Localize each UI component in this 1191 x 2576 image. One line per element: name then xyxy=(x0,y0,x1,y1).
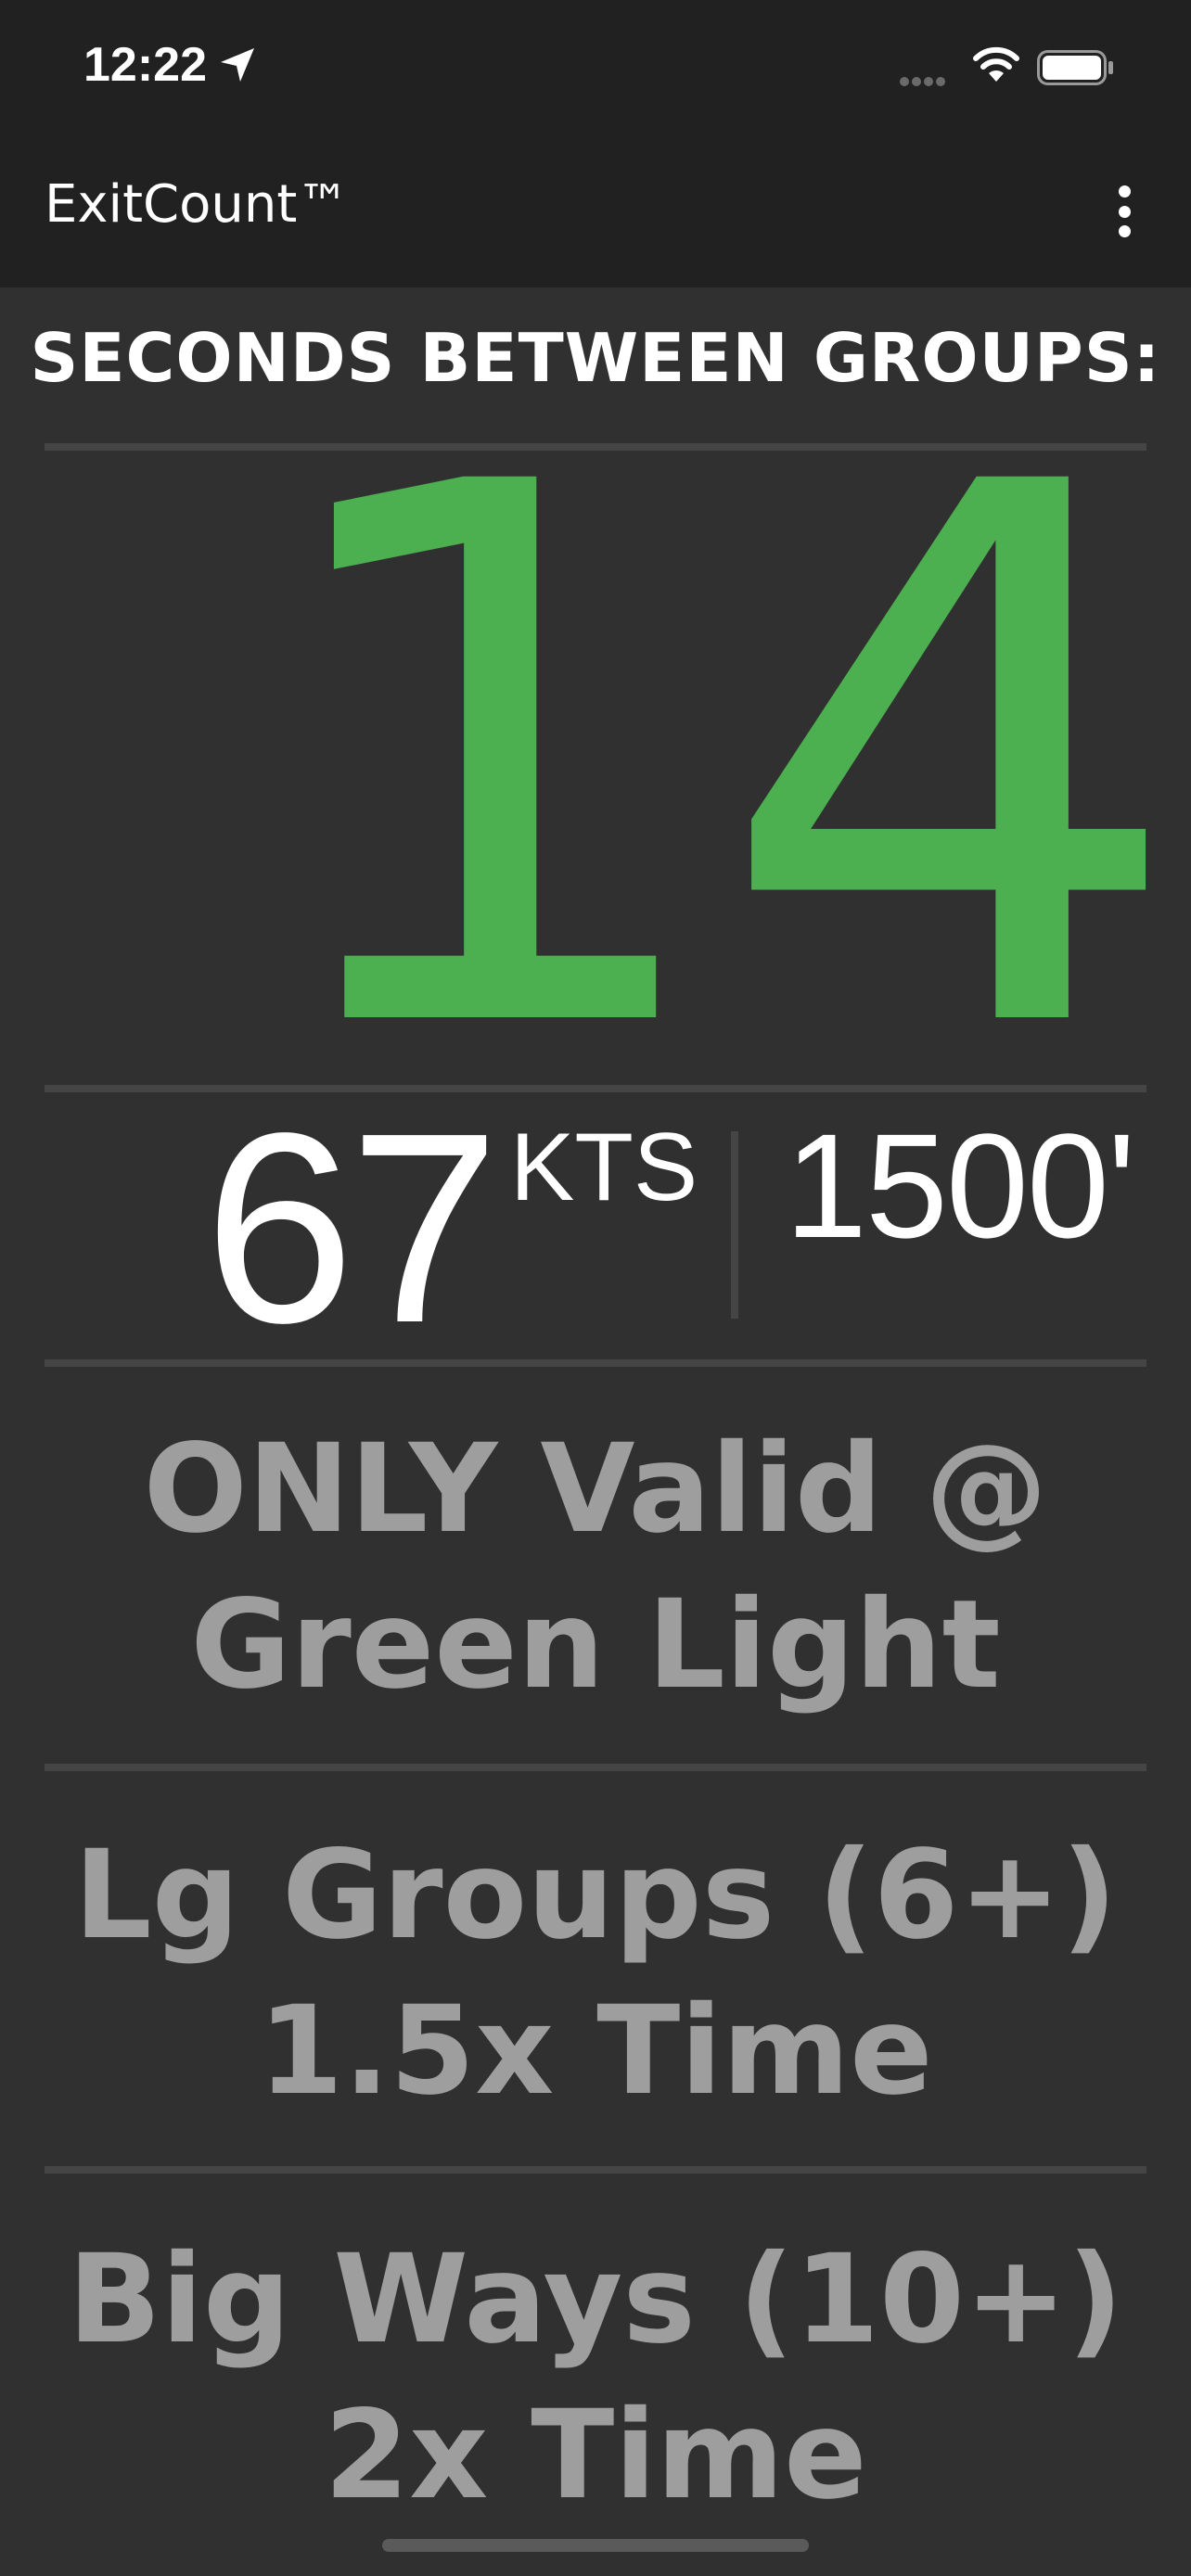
app-title: ExitCount™ xyxy=(45,174,350,235)
cellular-signal-icon xyxy=(900,72,957,86)
note-line: 2x Time xyxy=(324,2384,867,2527)
altitude-value: 1500' xyxy=(785,1103,1135,1269)
more-vert-icon xyxy=(1118,185,1131,198)
note-big-ways: Big Ways (10+) 2x Time xyxy=(0,2222,1191,2533)
note-line: ONLY Valid @ xyxy=(143,1418,1048,1561)
battery-icon xyxy=(1037,50,1113,85)
note-line: Big Ways (10+) xyxy=(68,2228,1123,2371)
status-time: 12:22 xyxy=(83,38,207,92)
divider xyxy=(45,1359,1146,1367)
wifi-icon xyxy=(973,46,1019,82)
divider xyxy=(45,2166,1146,2174)
status-bar: 12:22 xyxy=(0,0,1191,135)
home-indicator[interactable] xyxy=(382,2539,809,2552)
note-green-light: ONLY Valid @ Green Light xyxy=(0,1411,1191,1723)
divider xyxy=(45,1764,1146,1771)
note-line: Green Light xyxy=(190,1574,1001,1716)
seconds-value: 14 xyxy=(252,328,1187,1192)
vertical-divider xyxy=(731,1131,738,1319)
location-arrow-icon xyxy=(221,48,254,82)
note-large-groups: Lg Groups (6+) 1.5x Time xyxy=(0,1817,1191,2129)
speed-value: 67 xyxy=(204,1077,500,1379)
app-bar: ExitCount™ xyxy=(0,135,1191,287)
note-line: 1.5x Time xyxy=(258,1980,933,2123)
speed-unit: KTS xyxy=(510,1114,698,1221)
more-options-button[interactable] xyxy=(1096,176,1152,247)
note-line: Lg Groups (6+) xyxy=(73,1824,1118,1967)
